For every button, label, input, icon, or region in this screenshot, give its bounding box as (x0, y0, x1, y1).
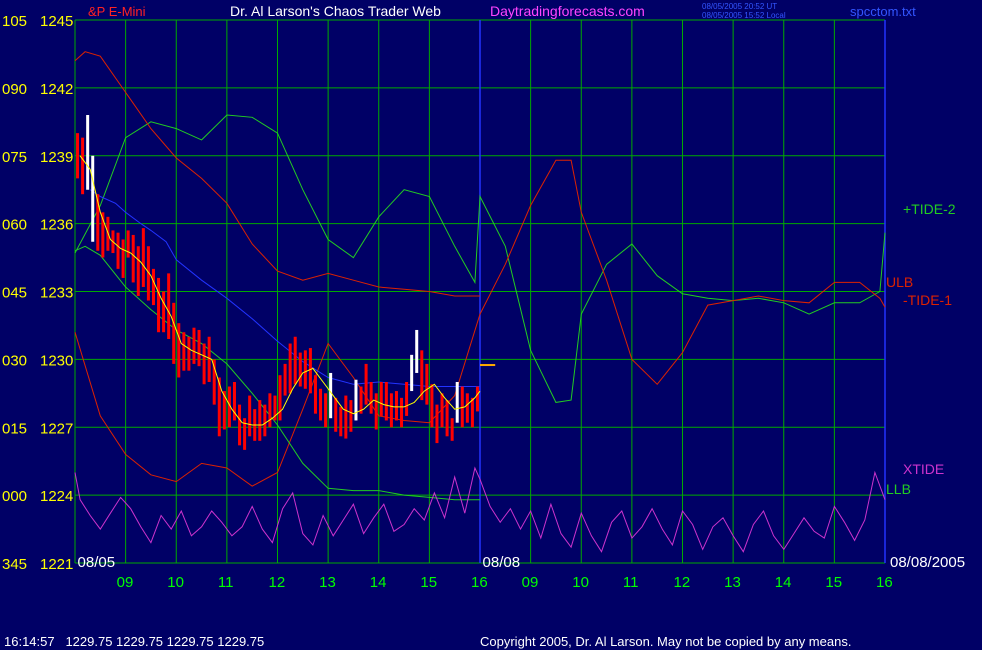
x-tick-label: 16 (876, 574, 893, 591)
header-title: Dr. Al Larson's Chaos Trader Web (230, 3, 441, 19)
x-tick-label: 14 (370, 574, 387, 591)
x-tick-label: 09 (522, 574, 539, 591)
y-tick-label-price: 1245 (40, 13, 73, 30)
x-tick-label: 12 (674, 574, 691, 591)
chart-canvas: 345 1221 000 1224 015 1227 030 1230 045 1233 060 12… (0, 0, 982, 650)
y-tick-label-angle: 030 (2, 352, 27, 369)
footer-copyright: Copyright 2005, Dr. Al Larson. May not b… (480, 634, 851, 649)
header-filename: spcctom.txt (850, 4, 916, 19)
y-tick-label-price: 1236 (40, 217, 73, 234)
y-tick-label-price: 1230 (40, 352, 73, 369)
x-tick-label: 15 (825, 574, 842, 591)
series-label: XTIDE (903, 461, 944, 477)
date-label: 08/08 (483, 554, 521, 571)
y-tick-label-angle: 345 (2, 556, 27, 573)
x-tick-label: 10 (572, 574, 589, 591)
date-label-right: 08/08/2005 (890, 554, 965, 571)
x-tick-label: 11 (623, 574, 639, 591)
y-tick-label-angle: 000 (2, 488, 27, 505)
x-tick-label: 14 (775, 574, 792, 591)
y-tick-label-price: 1221 (40, 556, 73, 573)
y-tick-label-angle: 015 (2, 420, 27, 437)
series-label: -TIDE-1 (903, 292, 952, 308)
x-tick-label: 11 (218, 574, 234, 591)
series-label: +TIDE-2 (903, 201, 956, 217)
y-tick-label-angle: 105 (2, 13, 27, 30)
y-tick-label-price: 1224 (40, 488, 73, 505)
x-tick-label: 15 (420, 574, 437, 591)
footer-quote: 16:14:57 1229.75 1229.75 1229.75 1229.75 (4, 634, 264, 649)
date-label: 08/05 (78, 554, 116, 571)
y-tick-label-angle: 060 (2, 217, 27, 234)
y-tick-label-angle: 045 (2, 285, 27, 302)
header-timestamp-ut: 08/05/2005 20:52 UT (702, 2, 777, 11)
x-tick-label: 09 (117, 574, 134, 591)
y-tick-label-price: 1239 (40, 149, 73, 166)
series-label: ULB (886, 274, 913, 290)
y-tick-label-angle: 090 (2, 81, 27, 98)
x-tick-label: 13 (319, 574, 336, 591)
y-tick-label-price: 1233 (40, 285, 73, 302)
header-symbol: &P E-Mini (88, 4, 146, 19)
y-tick-label-price: 1227 (40, 420, 73, 437)
y-tick-label-price: 1242 (40, 81, 73, 98)
x-tick-label: 10 (167, 574, 184, 591)
header-site[interactable]: Daytradingforecasts.com (490, 3, 645, 19)
x-tick-label: 13 (724, 574, 741, 591)
x-tick-label: 16 (471, 574, 488, 591)
y-tick-label-angle: 075 (2, 149, 27, 166)
header-timestamp-local: 08/05/2005 15:52 Local (702, 11, 786, 20)
x-tick-label: 12 (269, 574, 286, 591)
series-label: LLB (886, 481, 911, 497)
